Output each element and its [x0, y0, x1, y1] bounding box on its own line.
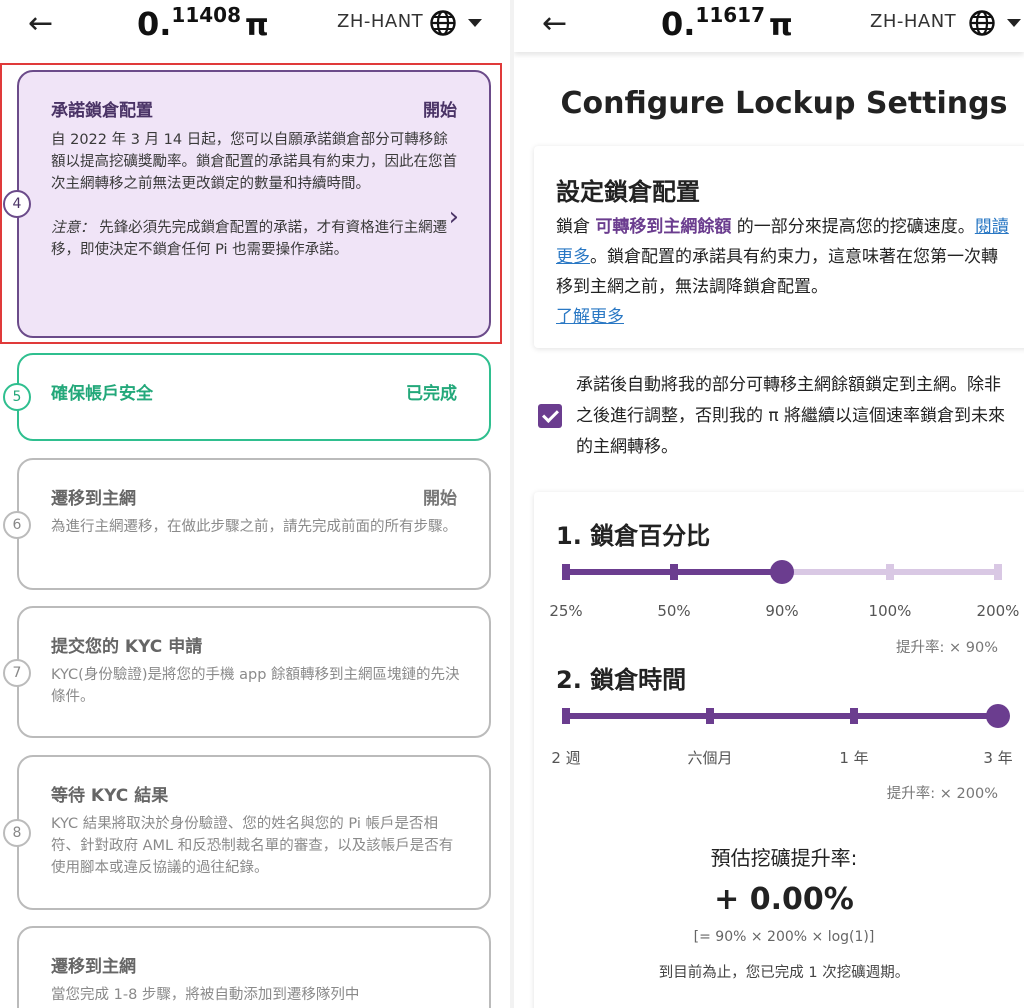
step-title: 提交您的 KYC 申請 — [51, 637, 203, 657]
slider-tick-label[interactable]: 90% — [742, 602, 822, 620]
info-text: 鎖倉 可轉移到主網餘額 的一部分來提高您的挖礦速度。閱讀更多。鎖倉配置的承諾具有… — [556, 212, 1011, 332]
step-description: 當您完成 1-8 步驟，將被自動添加到遷移隊列中 — [51, 987, 360, 1003]
lockup-info-card: 設定鎖倉配置 鎖倉 可轉移到主網餘額 的一部分來提高您的挖礦速度。閱讀更多。鎖倉… — [534, 146, 1024, 348]
step-number: 4 — [3, 190, 31, 218]
slider-thumb[interactable] — [986, 704, 1010, 728]
pi-symbol: π — [245, 8, 269, 43]
step-description: 為進行主網遷移，在做此步驟之前，請先完成前面的所有步驟。 — [51, 519, 457, 535]
info-emphasis: 可轉移到主網餘額 — [595, 217, 732, 237]
estimate-value: + 0.00% — [714, 882, 854, 917]
slider-thumb[interactable] — [770, 560, 794, 584]
step-desc-text: 自 2022 年 3 月 14 日起，您可以自願承諾鎖倉部分可轉移餘額以提高挖礦… — [51, 132, 457, 192]
slider-tick-label[interactable]: 3 年 — [958, 747, 1024, 768]
back-arrow-icon[interactable]: ← — [542, 9, 567, 39]
slider-tick[interactable] — [670, 564, 678, 580]
step-card-lockup[interactable]: 承諾鎖倉配置 開始 自 2022 年 3 月 14 日起，您可以自願承諾鎖倉部分… — [17, 70, 491, 338]
percent-heading: 1. 鎖倉百分比 — [556, 522, 711, 550]
balance-fraction: 11617 — [695, 3, 766, 27]
note-text: 先鋒必須先完成鎖倉配置的承諾，才有資格進行主網遷移，即使決定不鎖倉任何 Pi 也… — [51, 220, 448, 258]
step-card-kyc-result[interactable]: 等待 KYC 結果 KYC 結果將取決於身份驗證、您的姓名與您的 Pi 帳戶是否… — [17, 755, 491, 910]
slider-tick[interactable] — [562, 708, 570, 724]
step-number: 8 — [3, 819, 31, 847]
balance-integer: 0. — [661, 5, 696, 43]
percent-boost: 提升率: × 90% — [896, 640, 998, 656]
step-card-secure-account[interactable]: 確保帳戶安全 已完成 — [17, 353, 491, 441]
info-text-3: 。鎖倉配置的承諾具有約束力，這意味著在您第一次轉移到主網之前，無法調降鎖倉配置。 — [556, 247, 998, 297]
globe-icon[interactable] — [429, 9, 457, 37]
slider-tick[interactable] — [994, 564, 1002, 580]
slider-tick-label[interactable]: 1 年 — [814, 747, 894, 768]
mining-cycles-note: 到目前為止，您已完成 1 次挖礦週期。 — [658, 965, 910, 981]
balance-integer: 0. — [137, 5, 172, 43]
step-title: 確保帳戶安全 — [51, 384, 153, 404]
slider-tick[interactable] — [706, 708, 714, 724]
migration-steps-pane: ← 0.11408 π ZH-HANT 承諾鎖倉配置 開始 自 2022 年 3 … — [0, 0, 510, 1008]
slider-tick[interactable] — [886, 564, 894, 580]
estimate-label: 預估挖礦提升率: — [710, 846, 858, 870]
slider-tick-label[interactable]: 200% — [958, 602, 1024, 620]
header: ← 0.11408 π ZH-HANT — [0, 0, 510, 52]
info-text-2: 的一部分來提高您的挖礦速度。 — [731, 217, 975, 237]
estimate-formula: [= 90% × 200% × log(1)] — [693, 929, 875, 945]
pi-balance: 0.11617 π — [661, 3, 793, 43]
step-title: 等待 KYC 結果 — [51, 786, 169, 806]
slider-tick-label[interactable]: 2 週 — [526, 747, 606, 768]
note-prefix: 注意： — [51, 220, 95, 236]
step-number: 6 — [3, 511, 31, 539]
step-description: KYC(身份驗證)是將您的手機 app 餘額轉移到主網區塊鏈的先決條件。 — [51, 667, 460, 705]
step-status: 已完成 — [406, 384, 457, 404]
step-description: 自 2022 年 3 月 14 日起，您可以自願承諾鎖倉部分可轉移餘額以提高挖礦… — [51, 129, 461, 261]
step-title: 遷移到主網 — [51, 489, 136, 509]
step-description: KYC 結果將取決於身份驗證、您的姓名與您的 Pi 帳戶是否相符、針對政府 AM… — [51, 816, 454, 876]
percent-slider[interactable] — [562, 560, 1002, 584]
info-text-1: 鎖倉 — [556, 217, 596, 237]
chevron-right-icon[interactable]: › — [449, 202, 459, 232]
language-selector[interactable]: ZH-HANT — [337, 11, 423, 32]
back-arrow-icon[interactable]: ← — [28, 9, 53, 39]
info-title: 設定鎖倉配置 — [556, 178, 700, 206]
step-title: 遷移到主網 — [51, 957, 136, 977]
duration-slider[interactable] — [562, 704, 1010, 728]
step-title: 承諾鎖倉配置 — [51, 101, 153, 121]
slider-tick-label[interactable]: 100% — [850, 602, 930, 620]
step-number: 5 — [3, 383, 31, 411]
auto-lock-checkbox[interactable] — [538, 404, 562, 428]
pi-symbol: π — [769, 8, 793, 43]
pi-balance: 0.11408 π — [137, 3, 269, 43]
lockup-settings-pane: ← 0.11617 π ZH-HANT Configure Lockup Sett… — [514, 0, 1024, 1008]
step-card-kyc-apply[interactable]: 提交您的 KYC 申請 KYC(身份驗證)是將您的手機 app 餘額轉移到主網區… — [17, 606, 491, 738]
slider-tick[interactable] — [850, 708, 858, 724]
chevron-down-icon[interactable] — [1007, 19, 1021, 27]
slider-tick-label[interactable]: 25% — [526, 602, 606, 620]
step-number: 7 — [3, 659, 31, 687]
page-title: Configure Lockup Settings — [560, 86, 1008, 121]
language-selector[interactable]: ZH-HANT — [870, 11, 956, 32]
learn-more-link[interactable]: 了解更多 — [556, 307, 624, 327]
globe-icon[interactable] — [968, 9, 996, 37]
step-card-migrate[interactable]: 遷移到主網 開始 為進行主網遷移，在做此步驟之前，請先完成前面的所有步驟。 — [17, 458, 491, 590]
slider-tick[interactable] — [562, 564, 570, 580]
step-status: 開始 — [423, 489, 457, 509]
duration-heading: 2. 鎖倉時間 — [556, 666, 687, 694]
slider-tick-label[interactable]: 50% — [634, 602, 714, 620]
header: ← 0.11617 π ZH-HANT — [514, 0, 1024, 52]
auto-lock-label: 承諾後自動將我的部分可轉移主網餘額鎖定到主網。除非之後進行調整，否則我的 π 將… — [576, 375, 1006, 457]
step-card-migrate-final[interactable]: 遷移到主網 當您完成 1-8 步驟，將被自動添加到遷移隊列中 — [17, 926, 491, 1008]
lockup-config-card: 1. 鎖倉百分比 25% 50% 90% 100% 200% 提升率: × 90% 2.… — [534, 492, 1024, 1008]
duration-boost: 提升率: × 200% — [886, 786, 998, 802]
step-status[interactable]: 開始 — [423, 96, 457, 121]
slider-fill — [566, 713, 998, 719]
chevron-down-icon[interactable] — [468, 19, 482, 27]
step-note: 注意： 先鋒必須先完成鎖倉配置的承諾，才有資格進行主網遷移，即使決定不鎖倉任何 … — [51, 217, 461, 261]
balance-fraction: 11408 — [171, 3, 242, 27]
slider-tick-label[interactable]: 六個月 — [670, 747, 750, 768]
